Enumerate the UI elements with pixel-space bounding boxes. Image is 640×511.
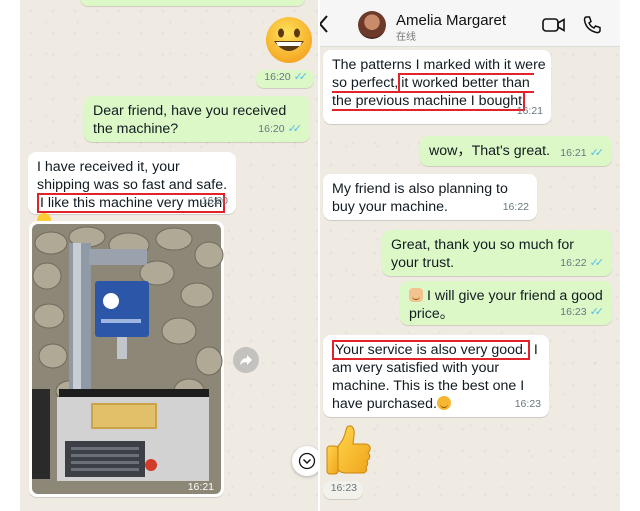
message-time: 16:20: [264, 71, 291, 83]
read-ticks-icon: ✓✓: [293, 71, 309, 83]
message-bubble-incoming[interactable]: I have received it, your shipping was so…: [28, 152, 236, 227]
message-bubble-incoming[interactable]: Your service is also very good. I am ver…: [323, 335, 549, 417]
message-bubble-incoming[interactable]: My friend is also planning to buy your m…: [323, 174, 537, 220]
scroll-down-button[interactable]: [292, 446, 318, 476]
time-chip: 16:23: [323, 481, 363, 499]
right-chat-panel: Amelia Margaret 在线 The patterns I marked…: [320, 0, 620, 511]
smiling-hearts-emoji-icon: [436, 396, 451, 410]
message-time: 16:21: [516, 105, 543, 117]
share-button[interactable]: [233, 347, 259, 373]
grinning-emoji-icon: [266, 17, 312, 63]
read-ticks-icon: ✓✓: [287, 123, 303, 135]
message-bubble-outgoing[interactable]: Great, thank you so much for your trust.…: [382, 230, 612, 276]
photo-time: 16:21: [187, 481, 214, 493]
message-time: 16:21: [560, 147, 587, 159]
message-bubble-incoming[interactable]: The patterns I marked with it were so pe…: [323, 50, 551, 124]
message-time: 16:23: [560, 306, 587, 318]
flexed-biceps-emoji-icon: [409, 288, 423, 302]
thumbs-up-icon: [326, 425, 371, 475]
read-ticks-icon: ✓✓: [589, 147, 605, 159]
contact-status: 在线: [396, 32, 416, 43]
message-bubble-outgoing[interactable]: wow，That's great. 16:21 ✓✓: [420, 136, 612, 166]
phone-icon[interactable]: [582, 15, 602, 35]
scroll-down-icon: [298, 452, 316, 470]
highlighted-text: I like this machine very much: [37, 193, 226, 213]
chat-header: Amelia Margaret 在线: [320, 0, 620, 47]
avatar[interactable]: [358, 11, 386, 39]
message-bubble-outgoing[interactable]: Dear friend, have you received the machi…: [84, 96, 310, 142]
read-ticks-icon: ✓✓: [589, 306, 605, 318]
outgoing-top-bubble-edge: [80, 0, 305, 6]
message-time: 16:20: [201, 195, 228, 207]
share-icon: [240, 355, 252, 365]
photo-message[interactable]: 16:21: [29, 221, 224, 497]
message-time: 16:23: [330, 482, 357, 494]
time-chip: 16:20 ✓✓: [256, 70, 314, 88]
back-icon[interactable]: [320, 14, 330, 34]
message-time: 16:23: [514, 398, 541, 410]
message-time: 16:22: [560, 257, 587, 269]
machine-photo: [32, 224, 224, 494]
highlighted-text: Your service is also very good.: [332, 340, 530, 360]
message-time: 16:20: [258, 123, 285, 135]
message-time: 16:22: [502, 201, 529, 213]
video-call-icon[interactable]: [542, 17, 566, 33]
message-text: I have received it, your shipping was so…: [37, 159, 228, 193]
message-bubble-outgoing[interactable]: I will give your friend a good price。 16…: [400, 281, 612, 325]
read-ticks-icon: ✓✓: [589, 257, 605, 269]
left-chat-panel: 16:20 ✓✓ Dear friend, have you received …: [20, 0, 318, 511]
contact-name[interactable]: Amelia Margaret: [396, 12, 506, 29]
